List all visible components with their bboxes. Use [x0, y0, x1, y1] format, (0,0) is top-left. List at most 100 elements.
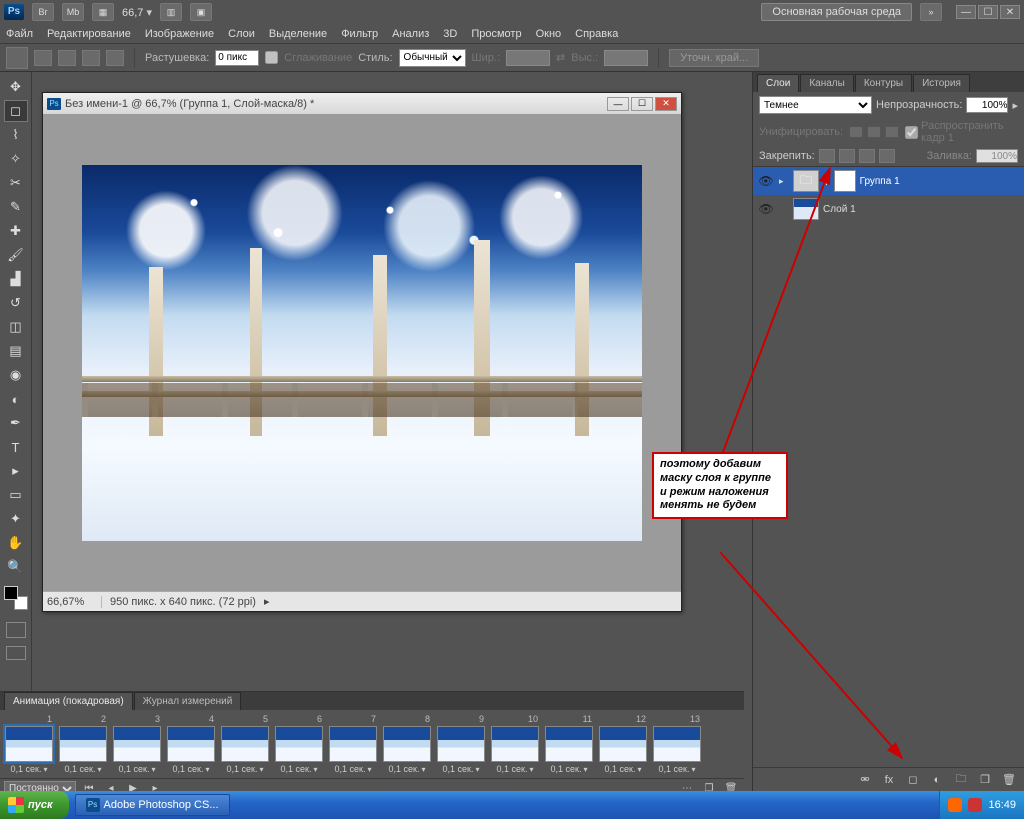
tab-history[interactable]: История: [913, 74, 970, 92]
link-layers-icon[interactable]: ⚮: [854, 771, 876, 789]
menu-analysis[interactable]: Анализ: [392, 28, 429, 40]
doc-info-menu-icon[interactable]: ▸: [264, 595, 270, 608]
start-button[interactable]: пуск: [0, 791, 69, 819]
arrange-docs-button[interactable]: ▥: [160, 3, 182, 21]
animation-frame[interactable]: 130,1 сек.▾: [652, 714, 702, 774]
tab-animation[interactable]: Анимация (покадровая): [4, 692, 133, 710]
brush-tool-icon[interactable]: 🖌: [4, 244, 28, 266]
tab-channels[interactable]: Каналы: [800, 74, 854, 92]
doc-close-button[interactable]: ✕: [655, 97, 677, 111]
shape-tool-icon[interactable]: ▭: [4, 484, 28, 506]
tray-icon-1[interactable]: [948, 798, 962, 812]
move-tool-icon[interactable]: ✥: [4, 76, 28, 98]
menu-file[interactable]: Файл: [6, 28, 33, 40]
eraser-tool-icon[interactable]: ◫: [4, 316, 28, 338]
blur-tool-icon[interactable]: ◉: [4, 364, 28, 386]
menu-edit[interactable]: Редактирование: [47, 28, 131, 40]
opacity-input[interactable]: [966, 97, 1008, 113]
animation-frame[interactable]: 60,1 сек.▾: [274, 714, 324, 774]
bridge-button[interactable]: Br: [32, 3, 54, 21]
quick-mask-icon[interactable]: [6, 622, 26, 638]
dodge-tool-icon[interactable]: ◐: [4, 388, 28, 410]
opacity-dropdown-icon[interactable]: ▸: [1012, 99, 1018, 112]
selection-new-icon[interactable]: [34, 50, 52, 66]
layer-mask-thumb[interactable]: [834, 170, 856, 192]
stamp-tool-icon[interactable]: ▟: [4, 268, 28, 290]
minimize-button[interactable]: —: [956, 5, 976, 19]
lock-transparent-icon[interactable]: [819, 149, 835, 163]
menu-select[interactable]: Выделение: [269, 28, 327, 40]
animation-frame[interactable]: 90,1 сек.▾: [436, 714, 486, 774]
animation-frame[interactable]: 70,1 сек.▾: [328, 714, 378, 774]
menu-layer[interactable]: Слои: [228, 28, 255, 40]
menu-window[interactable]: Окно: [536, 28, 562, 40]
unify-position-icon[interactable]: [849, 126, 863, 138]
wand-tool-icon[interactable]: ✧: [4, 148, 28, 170]
doc-minimize-button[interactable]: —: [607, 97, 629, 111]
selection-add-icon[interactable]: [58, 50, 76, 66]
screen-mode-icon[interactable]: [6, 646, 26, 660]
marquee-tool-icon[interactable]: ◻: [4, 100, 28, 122]
hand-tool-icon[interactable]: ✋: [4, 532, 28, 554]
document-canvas[interactable]: [43, 115, 681, 591]
selection-intersect-icon[interactable]: [106, 50, 124, 66]
animation-frame[interactable]: 80,1 сек.▾: [382, 714, 432, 774]
menu-3d[interactable]: 3D: [443, 28, 457, 40]
tab-paths[interactable]: Контуры: [855, 74, 912, 92]
history-brush-tool-icon[interactable]: ↺: [4, 292, 28, 314]
tab-layers[interactable]: Слои: [757, 74, 799, 92]
lock-position-icon[interactable]: [859, 149, 875, 163]
view-extras-button[interactable]: ▦: [92, 3, 114, 21]
animation-frame[interactable]: 40,1 сек.▾: [166, 714, 216, 774]
selection-subtract-icon[interactable]: [82, 50, 100, 66]
crop-tool-icon[interactable]: ✂: [4, 172, 28, 194]
add-mask-icon[interactable]: ◻: [902, 771, 924, 789]
taskbar-item-photoshop[interactable]: Ps Adobe Photoshop CS...: [75, 794, 230, 816]
feather-input[interactable]: [215, 50, 259, 66]
lock-all-icon[interactable]: [879, 149, 895, 163]
current-tool-icon[interactable]: [6, 47, 28, 69]
workspace-switcher[interactable]: Основная рабочая среда: [761, 3, 912, 21]
new-group-icon[interactable]: 🗀: [950, 771, 972, 789]
delete-layer-icon[interactable]: 🗑: [998, 771, 1020, 789]
type-tool-icon[interactable]: T: [4, 436, 28, 458]
path-select-tool-icon[interactable]: ▸: [4, 460, 28, 482]
refine-edge-button[interactable]: Уточн. край...: [669, 49, 759, 67]
layer-row-image[interactable]: 👁 Слой 1: [753, 195, 1024, 223]
system-tray[interactable]: 16:49: [939, 791, 1024, 819]
layer-name[interactable]: Слой 1: [823, 204, 1020, 215]
layer-row-group[interactable]: 👁 ▸ 🗀 ⚲ Группа 1: [753, 167, 1024, 195]
document-titlebar[interactable]: Ps Без имени-1 @ 66,7% (Группа 1, Слой-м…: [43, 93, 681, 115]
doc-maximize-button[interactable]: ☐: [631, 97, 653, 111]
maximize-button[interactable]: ☐: [978, 5, 998, 19]
mask-link-icon[interactable]: ⚲: [823, 176, 830, 187]
minibridge-button[interactable]: Mb: [62, 3, 84, 21]
new-layer-icon[interactable]: ❐: [974, 771, 996, 789]
unify-visibility-icon[interactable]: [867, 126, 881, 138]
animation-frame[interactable]: 10,1 сек.▾: [4, 714, 54, 774]
pen-tool-icon[interactable]: ✒: [4, 412, 28, 434]
more-workspaces-icon[interactable]: »: [920, 3, 942, 21]
menu-filter[interactable]: Фильтр: [341, 28, 378, 40]
menu-image[interactable]: Изображение: [145, 28, 214, 40]
blend-mode-select[interactable]: Темнее: [759, 96, 872, 114]
animation-frame[interactable]: 110,1 сек.▾: [544, 714, 594, 774]
adjustment-layer-icon[interactable]: ◐: [926, 771, 948, 789]
color-swatches[interactable]: [4, 586, 28, 610]
tray-icon-2[interactable]: [968, 798, 982, 812]
zoom-tool-icon[interactable]: 🔍: [4, 556, 28, 578]
gradient-tool-icon[interactable]: ▤: [4, 340, 28, 362]
lock-pixels-icon[interactable]: [839, 149, 855, 163]
screen-mode-button[interactable]: ▣: [190, 3, 212, 21]
close-button[interactable]: ✕: [1000, 5, 1020, 19]
animation-frame[interactable]: 30,1 сек.▾: [112, 714, 162, 774]
3d-tool-icon[interactable]: ✦: [4, 508, 28, 530]
menu-view[interactable]: Просмотр: [471, 28, 521, 40]
animation-frame[interactable]: 20,1 сек.▾: [58, 714, 108, 774]
animation-frame[interactable]: 50,1 сек.▾: [220, 714, 270, 774]
animation-frame[interactable]: 120,1 сек.▾: [598, 714, 648, 774]
animation-frame[interactable]: 100,1 сек.▾: [490, 714, 540, 774]
lasso-tool-icon[interactable]: ⌇: [4, 124, 28, 146]
tab-measurement-log[interactable]: Журнал измерений: [134, 692, 242, 710]
eyedropper-tool-icon[interactable]: ✎: [4, 196, 28, 218]
